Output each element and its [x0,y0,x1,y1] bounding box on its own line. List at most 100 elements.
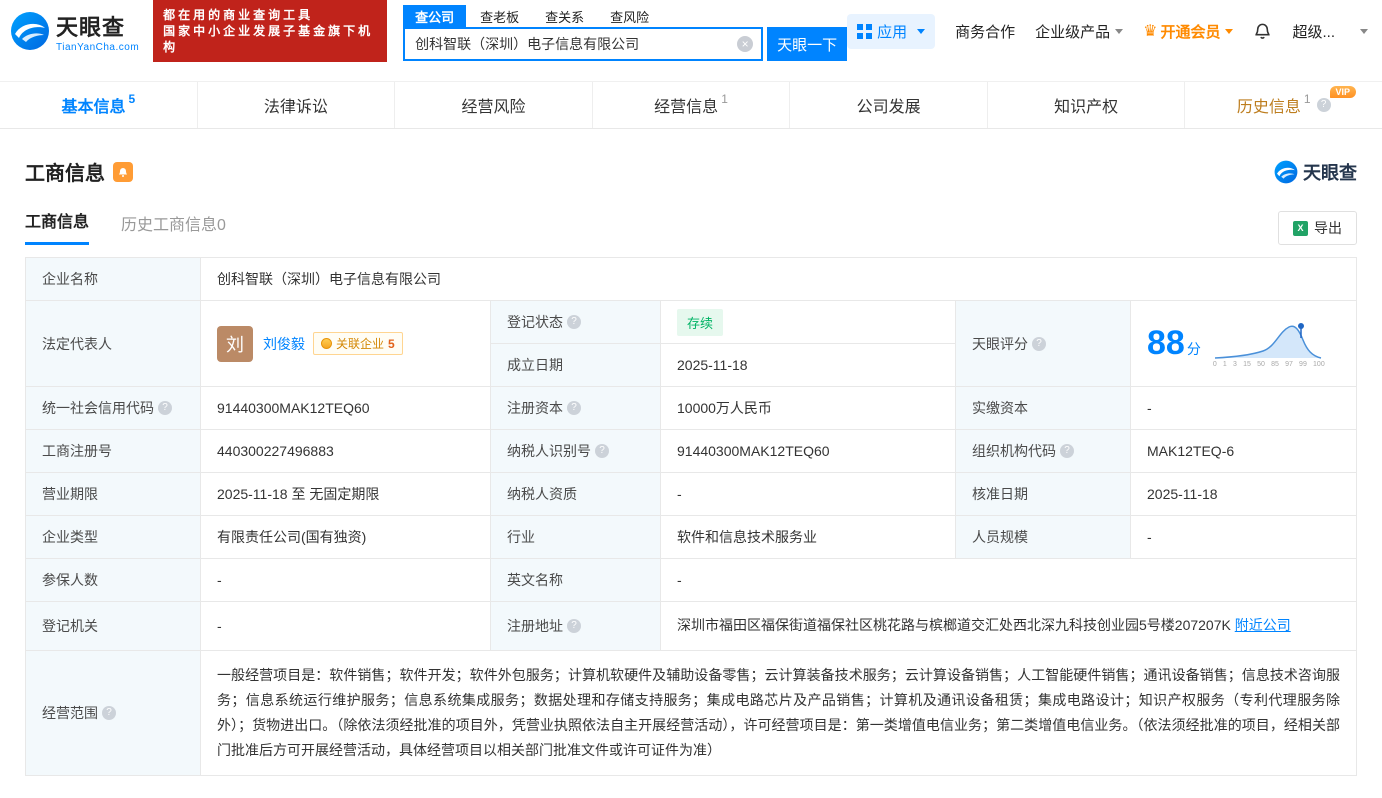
slogan-badge: 都在用的商业查询工具 国家中小企业发展子基金旗下机构 [153,0,388,62]
value-text: 91440300MAK12TEQ60 [677,443,830,459]
export-label: 导出 [1314,220,1342,236]
grid-icon [857,23,873,39]
paid-capital-value: - [1131,387,1356,429]
help-icon: ? [158,401,172,415]
search-tab-company[interactable]: 查公司 [403,4,467,28]
tab-legal-litigation[interactable]: 法律诉讼 [198,82,396,128]
nav-super[interactable]: 超级... [1292,21,1335,42]
top-nav: 应用 商务合作 企业级产品 ♛ 开通会员 超级... [847,0,1368,62]
axis-tick: 97 [1285,360,1293,368]
value-text: - [677,572,682,588]
reg-number-value: 440300227496883 [201,430,491,472]
search-button[interactable]: 天眼一下 [767,27,848,61]
field-label: 注册地址 ? [491,602,661,650]
value-text: 10000万人民币 [677,400,772,416]
taxpayer-quality-value: - [661,473,956,515]
tianyancha-logo[interactable]: 天眼查 TianYanCha.com [10,0,139,62]
nav-vip-label: 开通会员 [1160,23,1221,41]
notification-bell-icon[interactable] [1253,22,1272,41]
tab-company-development[interactable]: 公司发展 [790,82,988,128]
credit-code-value: 91440300MAK12TEQ60 [201,387,491,429]
search-tab-relation[interactable]: 查关系 [533,5,596,28]
reg-authority-value: - [201,602,491,650]
search-tabs: 查公司 查老板 查关系 查风险 [403,4,847,28]
english-name-value: - [661,559,1356,601]
tab-basic-info[interactable]: 基本信息 5 [0,82,198,128]
search-tab-boss[interactable]: 查老板 [468,5,531,28]
export-button[interactable]: X 导出 [1278,211,1357,245]
search-tab-risk[interactable]: 查风险 [598,5,661,28]
field-label: 企业类型 [26,516,201,558]
tab-operation-risk[interactable]: 经营风险 [395,82,593,128]
subtab-history-business-info[interactable]: 历史工商信息0 [121,211,226,245]
table-row: 经营范围 ? 一般经营项目是：软件销售；软件开发；软件外包服务；计算机软硬件及辅… [26,650,1356,775]
watermark-brand: 天眼查 [1303,162,1357,183]
related-company-badge[interactable]: 关联企业 5 [313,332,403,355]
field-label: 行业 [491,516,661,558]
nav-cooperation[interactable]: 商务合作 [955,21,1015,42]
reg-status-value: 存续 [661,301,956,343]
nav-enterprise[interactable]: 企业级产品 [1035,21,1124,42]
label-text: 企业名称 [42,271,98,287]
axis-tick: 85 [1271,360,1279,368]
help-icon: ? [595,444,609,458]
axis-tick: 0 [1212,360,1217,368]
help-icon: ? [567,315,581,329]
label-text: 实缴资本 [972,400,1028,416]
establish-date-value: 2025-11-18 [661,344,956,386]
subtab-business-info[interactable]: 工商信息 [25,208,90,245]
field-label: 参保人数 [26,559,201,601]
axis-tick: 3 [1233,360,1237,368]
insured-count-value: - [201,559,491,601]
table-row: 企业名称 创科智联（深圳）电子信息有限公司 [26,258,1356,301]
table-row: 工商注册号 440300227496883 纳税人识别号 ? 91440300M… [26,430,1356,473]
help-icon: ? [102,705,116,720]
help-icon: ? [567,401,581,415]
nearby-companies-link[interactable]: 附近公司 [1235,617,1291,633]
legal-rep-cell: 刘 刘俊毅 关联企业 5 [201,301,491,386]
help-icon: ? [1060,444,1074,458]
tab-label: 历史信息 [1236,99,1301,116]
value-text: 2025-11-18 [1147,486,1218,502]
legal-rep-avatar[interactable]: 刘 [217,325,253,362]
value-text: - [1147,400,1152,416]
apps-menu[interactable]: 应用 [847,13,936,49]
tab-operation-info[interactable]: 经营信息 1 [593,82,791,128]
label-text: 组织机构代码 [972,443,1056,459]
label-text: 英文名称 [507,572,563,588]
help-icon: ? [567,618,581,633]
related-label: 关联企业 [336,337,385,351]
status-date-block: 登记状态 ? 存续 成立日期 2025-11-18 [491,301,956,386]
related-badge-icon [321,338,332,349]
legal-rep-link[interactable]: 刘俊毅 [263,334,305,354]
score-curve [1214,322,1322,359]
search-input[interactable] [405,36,738,52]
tab-intellectual-property[interactable]: 知识产权 [988,82,1186,128]
logo-text: 天眼查 TianYanCha.com [56,10,139,53]
status-badge: 存续 [677,308,724,336]
clear-search-icon[interactable]: × [737,36,754,52]
value-text: - [1147,529,1152,545]
subscribe-bell-icon[interactable] [113,161,133,182]
org-code-value: MAK12TEQ-6 [1131,430,1356,472]
section-header: 工商信息 天眼查 [25,157,1357,186]
caret-down-icon[interactable] [1360,28,1368,34]
field-label: 成立日期 [491,344,661,386]
slogan-line2: 国家中小企业发展子基金旗下机构 [163,24,374,54]
score-cell[interactable]: 88 分 0 1 3 15 50 85 97 99 100 [1131,301,1356,386]
company-type-value: 有限责任公司(国有独资) [201,516,491,558]
industry-value: 软件和信息技术服务业 [661,516,956,558]
table-row: 法定代表人 刘 刘俊毅 关联企业 5 登记状态 ? 存续 成立日期 2025-1… [26,301,1356,387]
value-text: 创科智联（深圳）电子信息有限公司 [217,271,441,287]
axis-tick: 1 [1222,360,1227,368]
label-text: 登记机关 [42,617,98,634]
field-label: 天眼评分 ? [956,301,1131,386]
score-value: 88 [1147,324,1185,362]
label-text: 工商注册号 [42,443,112,459]
label-text: 参保人数 [42,572,98,588]
approval-date-value: 2025-11-18 [1131,473,1356,515]
axis-tick: 99 [1299,360,1307,368]
nav-open-vip[interactable]: ♛ 开通会员 [1143,21,1234,42]
related-count: 5 [388,336,395,351]
tab-history-info[interactable]: 历史信息 1 VIP ? [1185,82,1382,128]
